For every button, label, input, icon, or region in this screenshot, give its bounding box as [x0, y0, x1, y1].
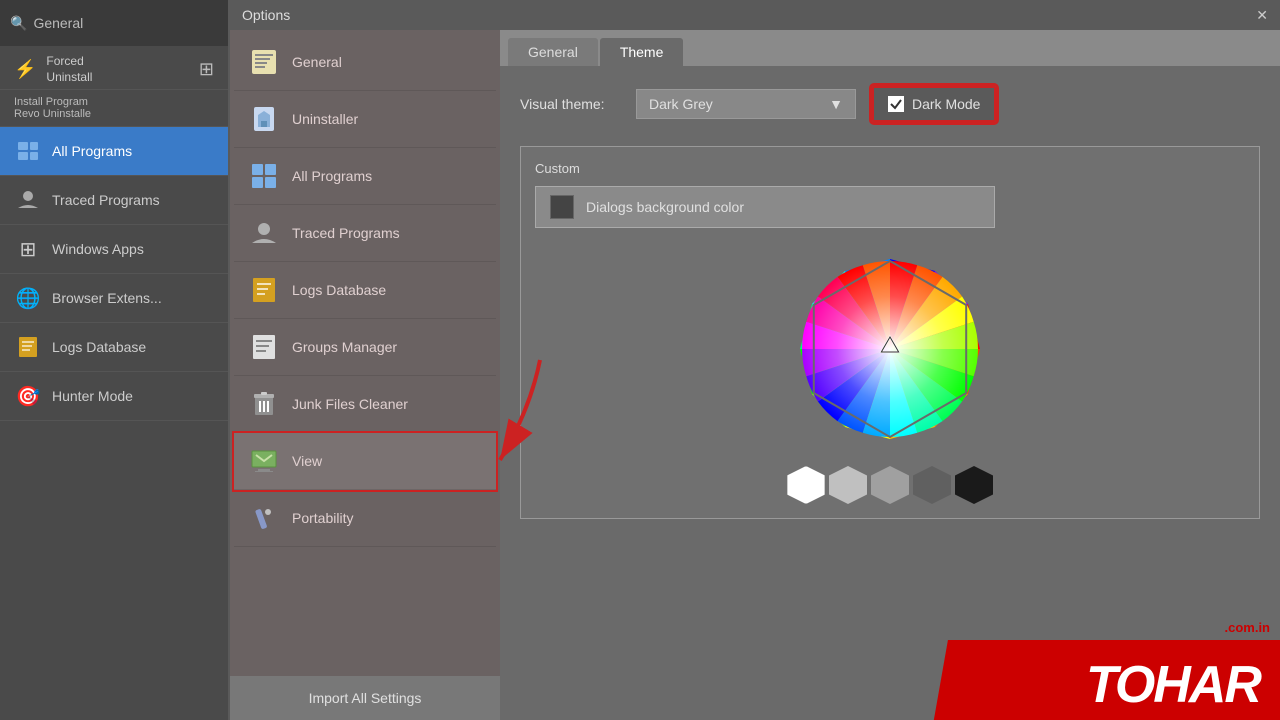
opt-nav-uninstaller[interactable]: Uninstaller — [234, 91, 496, 148]
watermark-text: TOHAR — [1086, 655, 1260, 715]
sidebar-item-hunter-mode[interactable]: 🎯 Hunter Mode — [0, 372, 228, 421]
browser-label: Browser Extens... — [52, 290, 162, 306]
sidebar-item-traced-programs[interactable]: Traced Programs — [0, 176, 228, 225]
color-wheel[interactable] — [785, 244, 995, 454]
groups-manager-nav-label: Groups Manager — [292, 339, 397, 355]
opt-nav-all-programs[interactable]: All Programs — [234, 148, 496, 205]
install-program-label: Install ProgramRevo Uninstalle — [14, 96, 91, 120]
logs-label: Logs Database — [52, 339, 146, 355]
chevron-down-icon: ▼ — [829, 96, 843, 112]
options-nav: General Uninstaller — [230, 30, 500, 720]
search-icon: 🔍 — [10, 15, 27, 32]
hunter-icon: 🎯 — [14, 382, 42, 410]
logs-nav-label: Logs Database — [292, 282, 386, 298]
search-label: General — [33, 15, 83, 31]
grayscale-light[interactable] — [829, 466, 867, 504]
traced-programs-label: Traced Programs — [52, 192, 160, 208]
general-nav-icon — [248, 46, 280, 78]
general-nav-label: General — [292, 54, 342, 70]
visual-theme-row: Visual theme: Dark Grey ▼ Dark Mode — [520, 86, 1260, 122]
dark-mode-label: Dark Mode — [912, 96, 980, 112]
grayscale-medium-light[interactable] — [871, 466, 909, 504]
watermark-domain: .com.in — [1224, 620, 1270, 635]
dark-mode-checkbox[interactable] — [888, 96, 904, 112]
install-program-area: Install ProgramRevo Uninstalle — [0, 90, 228, 127]
grayscale-dark[interactable] — [955, 466, 993, 504]
junk-files-nav-label: Junk Files Cleaner — [292, 396, 408, 412]
logs-nav-icon — [248, 274, 280, 306]
forced-uninstall-icon: ⚡ — [14, 59, 36, 80]
portability-nav-label: Portability — [292, 510, 353, 526]
sidebar-item-logs-database[interactable]: Logs Database — [0, 323, 228, 372]
uninstaller-nav-icon — [248, 103, 280, 135]
all-programs-nav-label: All Programs — [292, 168, 372, 184]
groups-nav-icon — [248, 331, 280, 363]
search-bar[interactable]: 🔍 General — [0, 0, 228, 46]
import-settings-area: Import All Settings — [230, 676, 500, 720]
view-nav-icon — [248, 445, 280, 477]
opt-nav-junk-files[interactable]: Junk Files Cleaner — [234, 376, 496, 433]
grayscale-row — [787, 466, 993, 504]
junk-nav-icon — [248, 388, 280, 420]
opt-nav-portability[interactable]: Portability — [234, 490, 496, 547]
opt-nav-traced-programs[interactable]: Traced Programs — [234, 205, 496, 262]
watermark-bg: TOHAR — [932, 640, 1280, 720]
watermark-area: TOHAR .com.in — [900, 610, 1280, 720]
hunter-label: Hunter Mode — [52, 388, 133, 404]
close-button[interactable]: ✕ — [1256, 7, 1268, 24]
grayscale-medium-dark[interactable] — [913, 466, 951, 504]
left-sidebar: 🔍 General ⚡ ForcedUninstall ⊞ Install Pr… — [0, 0, 228, 720]
sidebar-item-windows-apps[interactable]: ⊞ Windows Apps — [0, 225, 228, 274]
forced-uninstall-area: ⚡ ForcedUninstall ⊞ — [0, 46, 228, 90]
custom-section: Custom Dialogs background color — [520, 146, 1260, 519]
dialog-bg-label: Dialogs background color — [586, 199, 744, 215]
traced-programs-nav-label: Traced Programs — [292, 225, 400, 241]
view-nav-label: View — [292, 453, 322, 469]
forced-uninstall-label: ForcedUninstall — [46, 54, 92, 85]
opt-nav-groups-manager[interactable]: Groups Manager — [234, 319, 496, 376]
windows-icon: ⊞ — [14, 235, 42, 263]
theme-value: Dark Grey — [649, 96, 713, 112]
custom-section-label: Custom — [535, 161, 1245, 176]
logs-icon — [14, 333, 42, 361]
traced-icon — [14, 186, 42, 214]
windows-apps-label: Windows Apps — [52, 241, 144, 257]
tab-theme[interactable]: Theme — [600, 38, 684, 66]
import-all-settings-button[interactable]: Import All Settings — [230, 676, 500, 720]
sidebar-item-all-programs[interactable]: All Programs — [0, 127, 228, 176]
visual-theme-label: Visual theme: — [520, 96, 620, 112]
uninstaller-nav-label: Uninstaller — [292, 111, 358, 127]
browser-icon: 🌐 — [14, 284, 42, 312]
all-programs-label: All Programs — [52, 143, 132, 159]
opt-nav-logs-database[interactable]: Logs Database — [234, 262, 496, 319]
color-swatch — [550, 195, 574, 219]
traced-nav-icon — [248, 217, 280, 249]
portability-nav-icon — [248, 502, 280, 534]
dark-mode-button[interactable]: Dark Mode — [872, 86, 996, 122]
dialog-bg-button[interactable]: Dialogs background color — [535, 186, 995, 228]
tab-general[interactable]: General — [508, 38, 598, 66]
opt-nav-view[interactable]: View — [234, 433, 496, 490]
opt-nav-general[interactable]: General — [234, 34, 496, 91]
options-titlebar: Options ✕ — [230, 0, 1280, 30]
options-title: Options — [242, 7, 290, 23]
all-programs-icon — [14, 137, 42, 165]
color-wheel-container — [535, 244, 1245, 504]
grayscale-white[interactable] — [787, 466, 825, 504]
sidebar-item-browser-extensions[interactable]: 🌐 Browser Extens... — [0, 274, 228, 323]
options-tabs: General Theme — [500, 30, 1280, 66]
theme-select[interactable]: Dark Grey ▼ — [636, 89, 856, 119]
windows-apps-icon: ⊞ — [199, 59, 214, 80]
all-programs-nav-icon — [248, 160, 280, 192]
